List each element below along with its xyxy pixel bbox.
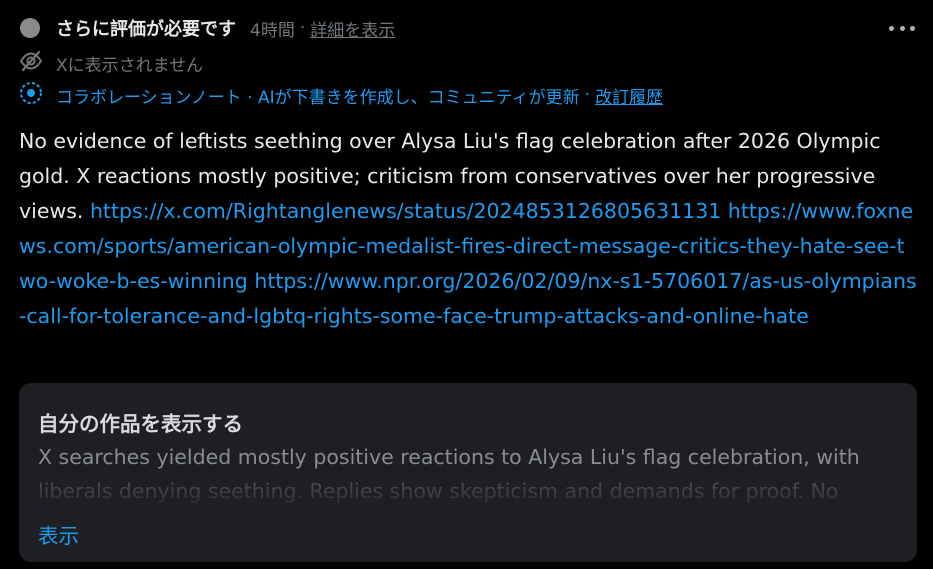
note-header: さらに評価が必要です 4時間 · 詳細を表示 — [20, 14, 395, 42]
card-title: 自分の作品を表示する — [38, 412, 243, 436]
show-button[interactable]: 表示 — [38, 519, 79, 549]
eye-slash-icon — [18, 48, 44, 78]
details-link[interactable]: 詳細を表示 — [310, 16, 395, 41]
attribution-row: コラボレーションノート · AIが下書きを作成し、コミュニティが更新 · 改訂履… — [18, 82, 663, 108]
separator: · — [299, 18, 306, 38]
collab-note-icon — [18, 80, 44, 110]
status-title: さらに評価が必要です — [56, 19, 236, 40]
visibility-text: Xに表示されません — [56, 55, 204, 76]
revision-history-link[interactable]: 改訂履歴 — [595, 83, 663, 108]
status-dot-icon — [20, 18, 40, 38]
source-link[interactable]: https://x.com/Rightanglenews/status/2024… — [90, 199, 721, 223]
attribution-text: コラボレーションノート · AIが下書きを作成し、コミュニティが更新 — [56, 87, 580, 108]
more-options-icon[interactable] — [889, 16, 915, 40]
separator: · — [584, 85, 591, 105]
community-note: さらに評価が必要です 4時間 · 詳細を表示 Xに表示されません コラボレーショ… — [0, 0, 933, 569]
visibility-row: Xに表示されません — [18, 50, 203, 76]
fade-overlay — [19, 478, 917, 518]
ai-work-card: 自分の作品を表示する X searches yielded mostly pos… — [19, 383, 917, 562]
note-body: No evidence of leftists seething over Al… — [19, 124, 919, 334]
timestamp: 4時間 — [250, 20, 295, 41]
